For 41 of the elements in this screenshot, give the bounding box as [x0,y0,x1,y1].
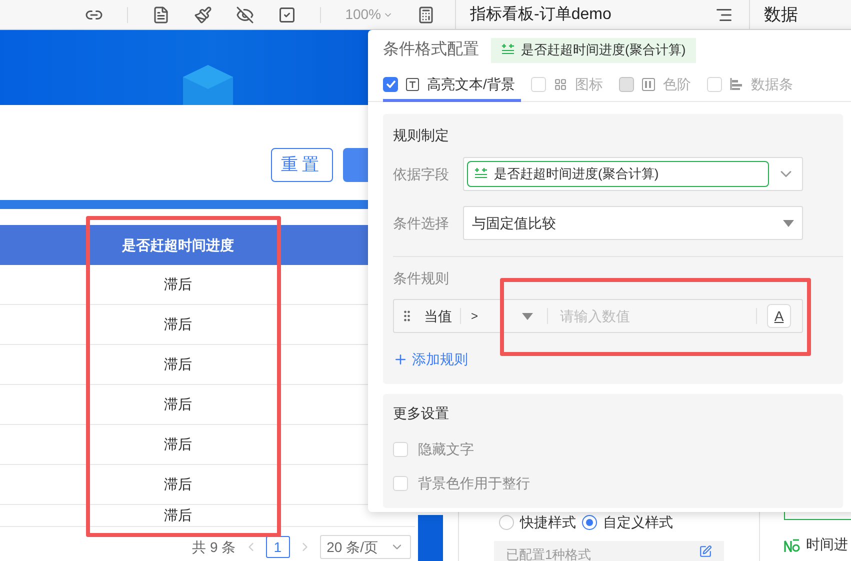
popup-title: 条件格式配置 [383,40,479,60]
panel-tab[interactable]: 数据 [764,2,798,28]
column-header: 是否赶超时间进度 [121,236,235,254]
radio-label: 快捷样式 [520,513,576,532]
condition-label: 条件选择 [393,214,450,232]
condition-select[interactable]: 与固定值比较 [463,206,803,240]
tab-label: 数据条 [750,74,793,94]
value-input[interactable]: 请输入数值 [560,306,756,326]
table-cell-text: 滞后 [163,355,193,374]
reset-button[interactable]: 重置 [271,148,333,182]
table-cell-text: 滞后 [163,475,193,494]
field-select[interactable]: 是否赶超时间进度(聚合计算) [463,157,803,191]
field-value: 是否赶超时间进度(聚合计算) [467,161,769,187]
add-rule-link[interactable]: 添加规则 [393,349,468,370]
field-label: 依据字段 [393,164,450,184]
option-label: 隐藏文字 [418,440,474,458]
tab-label: 高亮文本/背景 [427,74,515,94]
page-number[interactable]: 1 [266,536,290,558]
section-title: 规则制定 [393,126,450,144]
rule-label: 条件规则 [393,268,450,288]
field-name: 时间进 [806,535,848,554]
subject-label: 当值 [424,306,452,326]
total-count: 共 9 条 [192,538,236,556]
font-color-button[interactable]: A [767,304,791,328]
configured-text: 已配置1种格式 [506,546,592,561]
tab-label: 色阶 [662,74,691,94]
table-cell-text: 滞后 [163,275,193,294]
section-title: 更多设置 [393,404,450,422]
report-title: 指标看板-订单demo [470,4,612,24]
option-label: 背景色作用于整行 [418,474,530,492]
radio-label: 自定义样式 [603,513,673,532]
table-cell-text: 滞后 [163,506,193,525]
table-cell-text: 滞后 [163,315,193,334]
page-size-select[interactable]: 20 条/页 [320,535,411,559]
format-tab[interactable]: 高亮文本/背景 [383,70,521,102]
tab-label: 图标 [574,74,603,94]
table-cell-text: 滞后 [163,395,193,414]
operator-select[interactable]: > [471,307,533,325]
field-tag: 是否赶超时间进度(聚合计算) [491,38,696,62]
rule-row[interactable]: 当值 > 请输入数值 A [393,299,803,333]
table-cell-text: 滞后 [163,435,193,454]
